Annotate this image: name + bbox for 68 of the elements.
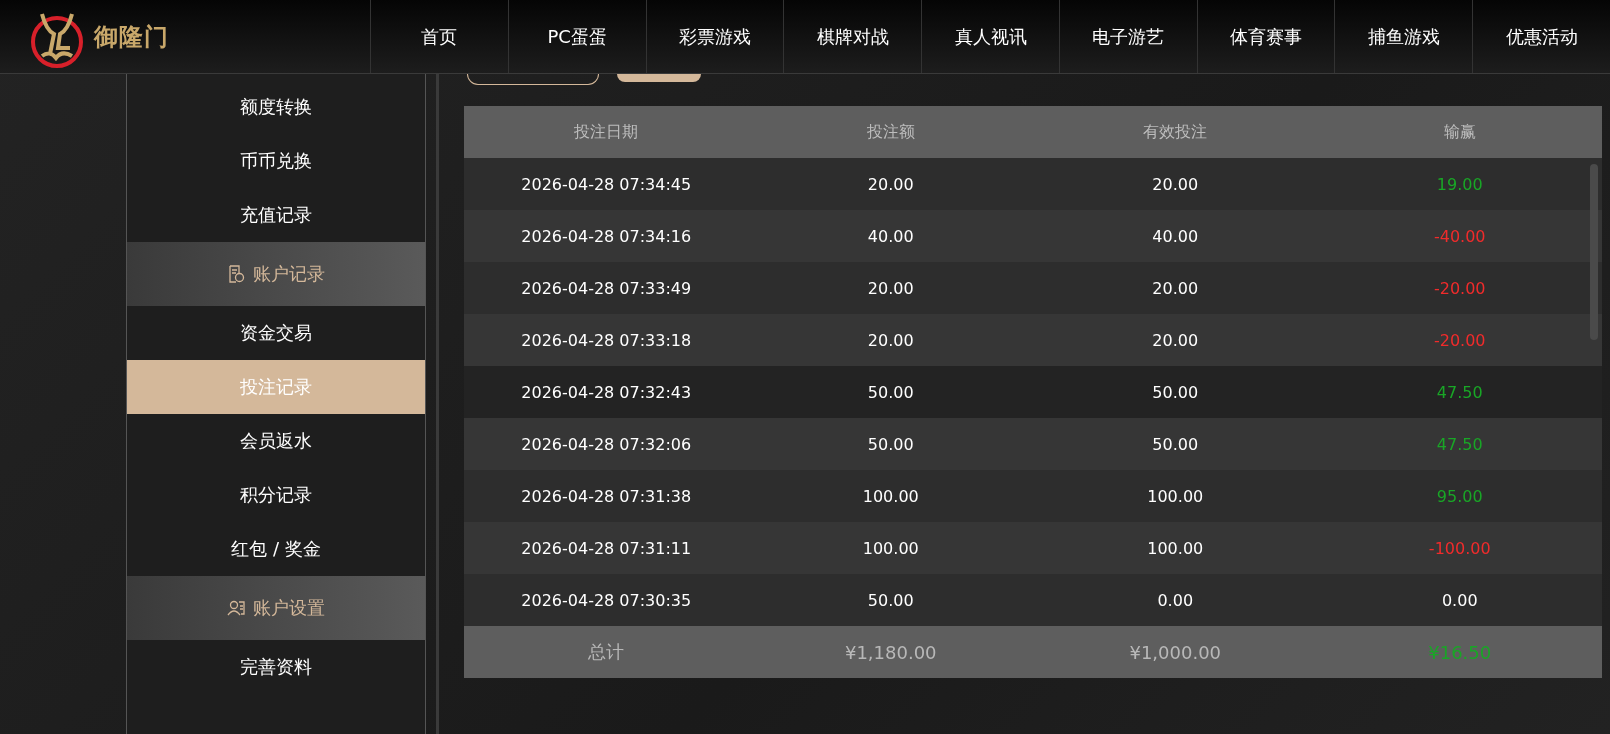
sidebar-item[interactable]: 完善资料 <box>127 640 425 694</box>
table-cell-text: 2026-04-28 07:33:49 <box>520 278 693 298</box>
sidebar-item[interactable]: 资金交易 <box>127 306 425 360</box>
table-cell-text: ¥1,180.00 <box>843 641 938 663</box>
sidebar-group-header[interactable]: 账户设置 <box>127 576 425 640</box>
table-cell-text: 2026-04-28 07:32:06 <box>520 434 693 454</box>
nav-tab[interactable]: 真人视讯 <box>921 0 1059 73</box>
sidebar-item[interactable]: 额度转换 <box>127 80 425 134</box>
table-cell-text: 20.00 <box>1151 174 1200 194</box>
result-value: 19.00 <box>1436 174 1483 194</box>
table-cell-text: 100.00 <box>1146 486 1205 506</box>
result-value: -40.00 <box>1433 226 1486 246</box>
table-cell-text: 0.00 <box>1156 590 1195 610</box>
result-value: -100.00 <box>1428 538 1491 558</box>
sidebar-item[interactable]: 币币兑换 <box>127 134 425 188</box>
filled-button[interactable] <box>617 74 701 82</box>
nav-tab[interactable]: 彩票游戏 <box>645 0 784 73</box>
column-header: 有效投注 <box>1142 121 1209 143</box>
sidebar-item[interactable]: 会员返水 <box>127 414 425 468</box>
nav-tab[interactable]: PC蛋蛋 <box>507 0 646 73</box>
table-cell-text: 20.00 <box>866 330 915 350</box>
table-cell-text: 2026-04-28 07:31:11 <box>520 538 693 558</box>
table-cell-text: ¥1,000.00 <box>1128 641 1223 663</box>
table-cell-text: 50.00 <box>1151 434 1200 454</box>
column-header: 输赢 <box>1442 121 1477 143</box>
table-cell-text: 40.00 <box>866 226 915 246</box>
column-header: 投注额 <box>865 121 916 143</box>
table-cell-text: 2026-04-28 07:34:16 <box>520 226 693 246</box>
table-cell-text: 2026-04-28 07:30:35 <box>520 590 693 610</box>
table-cell-text: 100.00 <box>861 538 920 558</box>
sidebar-item[interactable]: 充值记录 <box>127 188 425 242</box>
table-cell-text: 50.00 <box>866 590 915 610</box>
table-cell-text: 2026-04-28 07:32:43 <box>520 382 693 402</box>
sidebar-group-header[interactable]: 账户记录 <box>127 242 425 306</box>
result-value: 95.00 <box>1436 486 1483 506</box>
total-label: 总计 <box>587 640 626 664</box>
result-value: 47.50 <box>1436 434 1483 454</box>
table-cell-text: 2026-04-28 07:31:38 <box>520 486 693 506</box>
sidebar-item[interactable]: 积分记录 <box>127 468 425 522</box>
table-cell-text: 100.00 <box>861 486 920 506</box>
result-value: 0.00 <box>1441 590 1478 610</box>
column-header: 投注日期 <box>573 121 640 143</box>
table-cell-text: 20.00 <box>1151 330 1200 350</box>
table-cell-text: 50.00 <box>866 434 915 454</box>
table-cell-text: 50.00 <box>866 382 915 402</box>
table-cell-text: 40.00 <box>1151 226 1200 246</box>
logo-text: 御隆门 <box>94 21 169 53</box>
scrollbar[interactable] <box>1590 164 1598 340</box>
nav-tab[interactable]: 优惠活动 <box>1472 0 1610 73</box>
table-cell-text: 2026-04-28 07:34:45 <box>520 174 693 194</box>
table-cell-text: 2026-04-28 07:33:18 <box>520 330 693 350</box>
table-cell-text: 50.00 <box>1151 382 1200 402</box>
result-value: ¥16.50 <box>1428 641 1492 663</box>
table-cell-text: 20.00 <box>866 174 915 194</box>
nav-tab[interactable]: 电子游艺 <box>1058 0 1197 73</box>
nav-tab[interactable]: 体育赛事 <box>1196 0 1335 73</box>
result-value: 47.50 <box>1436 382 1483 402</box>
user-icon <box>227 599 245 617</box>
table-cell-text: 20.00 <box>1151 278 1200 298</box>
document-icon <box>227 265 245 283</box>
sidebar-item[interactable]: 红包 / 奖金 <box>127 522 425 576</box>
table-cell-text: 20.00 <box>866 278 915 298</box>
table-cell-text: 100.00 <box>1146 538 1205 558</box>
nav-tab[interactable]: 首页 <box>370 0 508 73</box>
nav-tab[interactable]: 棋牌对战 <box>783 0 922 73</box>
nav-tab[interactable]: 捕鱼游戏 <box>1334 0 1473 73</box>
result-value: -20.00 <box>1433 330 1486 350</box>
result-value: -20.00 <box>1433 278 1486 298</box>
